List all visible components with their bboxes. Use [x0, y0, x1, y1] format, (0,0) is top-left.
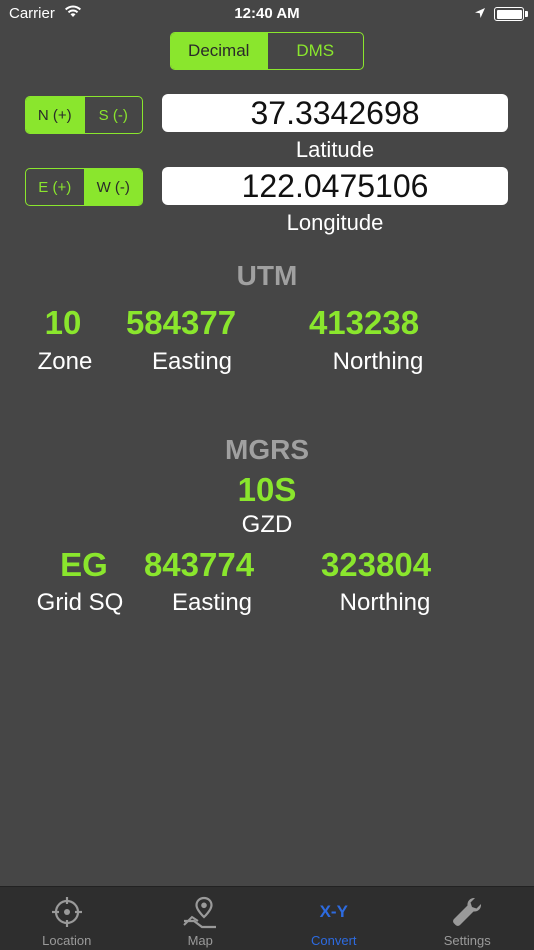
- tab-settings[interactable]: Settings: [401, 887, 534, 950]
- north-segment[interactable]: N (+): [26, 97, 84, 133]
- utm-easting-label: Easting: [151, 348, 233, 375]
- dms-segment[interactable]: DMS: [266, 33, 364, 69]
- mgrs-gzd-value: 10S: [237, 471, 297, 508]
- tab-settings-label: Settings: [443, 933, 491, 948]
- latitude-hemisphere-control[interactable]: N (+) S (-): [25, 96, 143, 134]
- mgrs-grid-sq-label: Grid SQ: [36, 589, 124, 616]
- battery-tip: [525, 11, 528, 17]
- utm-northing-value: 413238: [308, 304, 420, 341]
- utm-zone-value: 10: [44, 304, 82, 341]
- latitude-field[interactable]: 37.3342698: [162, 94, 508, 132]
- utm-title: UTM: [236, 260, 298, 291]
- tab-map-label: Map: [187, 933, 213, 948]
- location-arrow-icon: [474, 6, 486, 23]
- mgrs-easting-value: 843774: [143, 546, 255, 583]
- mgrs-gzd-label: GZD: [241, 511, 293, 538]
- battery-icon: [494, 7, 524, 21]
- tab-bar: Location Map X-Y Convert Settings: [0, 886, 534, 950]
- utm-zone-label: Zone: [37, 348, 93, 375]
- xy-glyph: X-Y: [319, 902, 348, 921]
- wrench-icon: [401, 895, 534, 929]
- tab-location[interactable]: Location: [0, 887, 134, 950]
- mgrs-title: MGRS: [225, 434, 309, 465]
- east-segment[interactable]: E (+): [26, 169, 84, 205]
- longitude-hemisphere-control[interactable]: E (+) W (-): [25, 168, 143, 206]
- mgrs-northing-value: 323804: [320, 546, 432, 583]
- utm-northing-label: Northing: [332, 348, 424, 375]
- tab-location-label: Location: [42, 933, 92, 948]
- map-pin-icon: [134, 895, 268, 929]
- mgrs-northing-label: Northing: [339, 589, 431, 616]
- tab-convert[interactable]: X-Y Convert: [267, 887, 401, 950]
- west-segment[interactable]: W (-): [83, 169, 142, 205]
- tab-map[interactable]: Map: [134, 887, 268, 950]
- xy-icon: X-Y: [267, 895, 401, 929]
- utm-easting-value: 584377: [125, 304, 237, 341]
- longitude-label: Longitude: [286, 210, 384, 235]
- longitude-field[interactable]: 122.0475106: [162, 167, 508, 205]
- clock: 12:40 AM: [234, 5, 300, 22]
- tab-convert-label: Convert: [310, 933, 357, 948]
- south-segment[interactable]: S (-): [83, 97, 143, 133]
- mgrs-grid-sq-value: EG: [60, 546, 108, 583]
- status-bar: Carrier 12:40 AM: [0, 0, 534, 28]
- crosshair-icon: [0, 895, 134, 929]
- latitude-label: Latitude: [295, 137, 375, 162]
- decimal-segment[interactable]: Decimal: [171, 33, 267, 69]
- format-segmented-control[interactable]: Decimal DMS: [170, 32, 364, 70]
- mgrs-easting-label: Easting: [171, 589, 253, 616]
